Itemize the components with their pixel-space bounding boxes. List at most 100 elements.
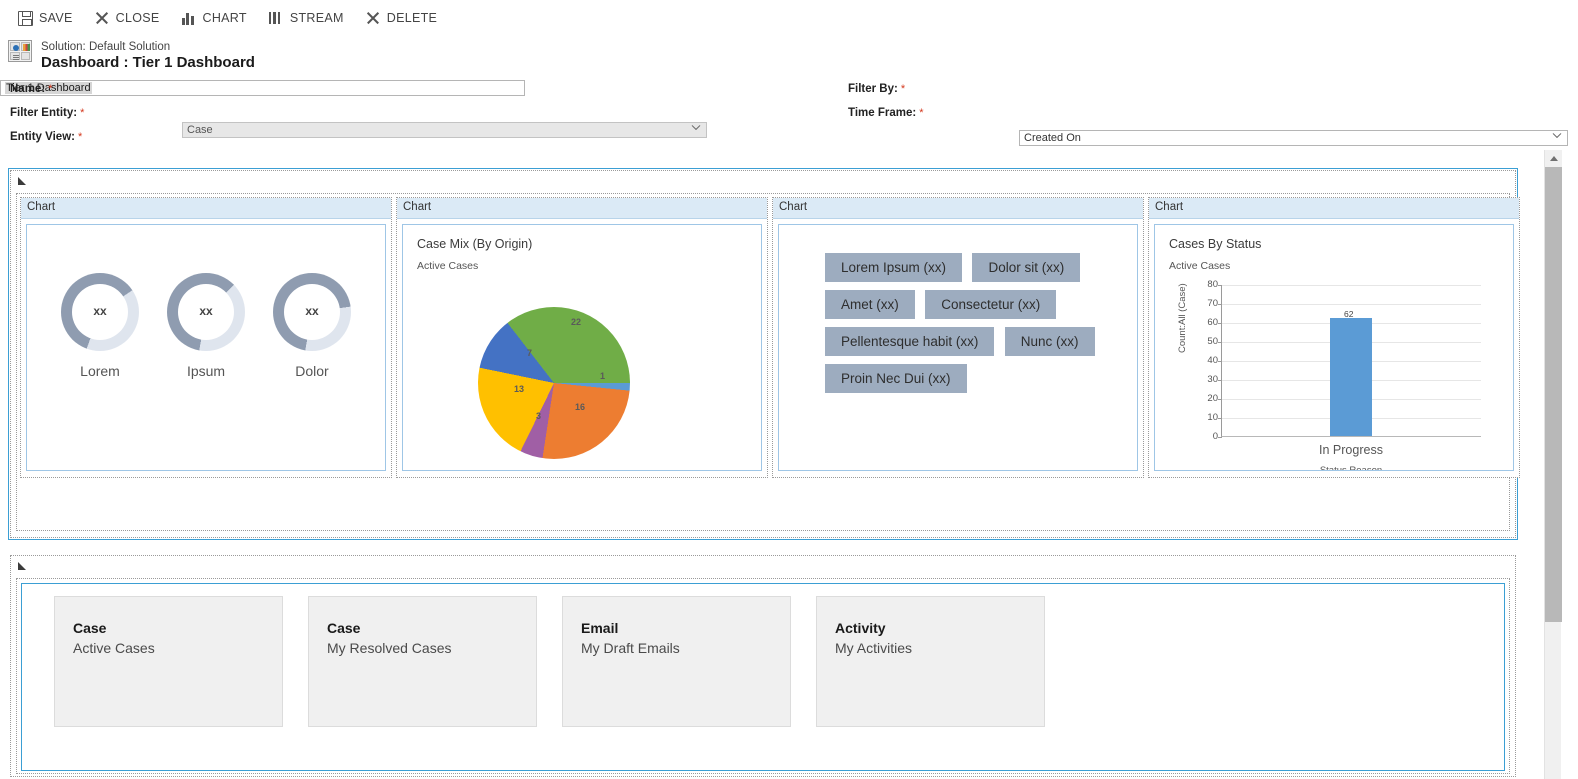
tile-entity: Case (327, 619, 536, 638)
list-section-outline: Case Active Cases Case My Resolved Cases… (21, 583, 1505, 771)
panel-body-4: Cases By Status Active Cases Count:All (… (1154, 224, 1514, 471)
stream-button[interactable]: STREAM (269, 11, 344, 25)
tag-item[interactable]: Dolor sit (xx) (972, 253, 1080, 282)
time-frame-label: Time Frame: (848, 107, 916, 119)
bar-chart-ylabel: Count:All (Case) (1177, 283, 1188, 353)
filter-entity-required-marker: * (80, 107, 84, 119)
page-title: Dashboard : Tier 1 Dashboard (41, 54, 255, 72)
scroll-up-button[interactable] (1545, 150, 1562, 167)
chevron-down-icon (692, 125, 700, 133)
pie-chart[interactable]: 22 1 16 3 13 7 (478, 307, 630, 459)
dashboard-canvas: Chart xx Lorem xx Ipsum (0, 150, 1578, 779)
list-tile[interactable]: Case Active Cases (54, 596, 283, 727)
donut-label: Lorem (61, 363, 139, 379)
tag-item[interactable]: Pellentesque habit (xx) (825, 327, 994, 356)
save-button[interactable]: SAVE (18, 11, 73, 26)
list-section-inner: Case Active Cases Case My Resolved Cases… (16, 578, 1510, 774)
bar-chart-plot: 80 70 60 50 40 30 20 10 0 62 (1221, 285, 1481, 437)
filter-by-value: Created On (1024, 132, 1081, 144)
bar-value-label: 62 (1344, 309, 1353, 319)
donut-value: xx (167, 304, 245, 318)
list-tile[interactable]: Activity My Activities (816, 596, 1045, 727)
tag-item[interactable]: Proin Nec Dui (xx) (825, 364, 967, 393)
case-mix-title: Case Mix (By Origin) (417, 237, 761, 251)
panel-header-1: Chart (21, 198, 391, 219)
chart-panel-donuts[interactable]: Chart xx Lorem xx Ipsum (20, 197, 392, 478)
y-tick: 80 (1207, 279, 1218, 290)
tag-item[interactable]: Lorem Ipsum (xx) (825, 253, 962, 282)
solution-icon (8, 40, 32, 62)
y-tick: 0 (1213, 431, 1218, 442)
y-tick: 30 (1207, 374, 1218, 385)
pie-value-facebook: 3 (536, 411, 541, 421)
chart-panel-tags[interactable]: Chart Lorem Ipsum (xx) Dolor sit (xx) Am… (772, 197, 1144, 478)
field-time-frame: Time Frame: * (848, 107, 923, 119)
tag-list: Lorem Ipsum (xx) Dolor sit (xx) Amet (xx… (825, 253, 1127, 401)
save-button-label: SAVE (39, 11, 73, 25)
tile-view: My Draft Emails (581, 638, 790, 658)
tag-item[interactable]: Nunc (xx) (1005, 327, 1095, 356)
bar-chart[interactable]: Count:All (Case) 80 70 60 50 40 30 20 10… (1155, 225, 1513, 470)
field-filter-entity: Filter Entity: * (10, 107, 84, 119)
panel-header-2: Chart (397, 198, 767, 219)
section-collapse-handle[interactable] (18, 562, 26, 570)
bar-in-progress[interactable] (1330, 318, 1372, 436)
list-section[interactable]: Case Active Cases Case My Resolved Cases… (10, 555, 1516, 777)
scrollbar-thumb[interactable] (1545, 167, 1562, 622)
donut-item[interactable]: xx Lorem (61, 273, 139, 379)
pie-value-email: 16 (575, 402, 585, 412)
vertical-scrollbar[interactable] (1544, 150, 1561, 779)
name-label: Name: (10, 83, 45, 95)
entity-view-required-marker: * (78, 131, 82, 143)
save-icon (18, 11, 33, 26)
close-button[interactable]: CLOSE (95, 11, 160, 26)
chevron-down-icon (1553, 133, 1561, 141)
donut-item[interactable]: xx Ipsum (167, 273, 245, 379)
donut-item[interactable]: xx Dolor (273, 273, 351, 379)
chart-panel-cases-by-status[interactable]: Chart Cases By Status Active Cases Count… (1148, 197, 1520, 478)
chart-panel-case-mix[interactable]: Chart Case Mix (By Origin) Active Cases … (396, 197, 768, 478)
bar-chart-xlabel: Status Reason (1221, 465, 1481, 471)
chart-section[interactable]: Chart xx Lorem xx Ipsum (10, 170, 1516, 538)
bar-chart-category: In Progress (1221, 443, 1481, 457)
y-tick: 40 (1207, 355, 1218, 366)
tag-item[interactable]: Consectetur (xx) (925, 290, 1056, 319)
tile-entity: Case (73, 619, 282, 638)
chart-button[interactable]: CHART (182, 11, 247, 25)
panel-body-1: xx Lorem xx Ipsum xx Dolor (26, 224, 386, 471)
donut-label: Dolor (273, 363, 351, 379)
donut-value: xx (61, 304, 139, 318)
donut-label: Ipsum (167, 363, 245, 379)
pie-value-twitter: 7 (527, 348, 532, 358)
donut-value: xx (273, 304, 351, 318)
filter-by-label: Filter By: (848, 83, 898, 95)
stream-button-label: STREAM (290, 11, 344, 25)
close-button-label: CLOSE (116, 11, 160, 25)
filter-by-select[interactable]: Created On (1019, 130, 1568, 146)
chart-icon (182, 12, 197, 25)
name-input[interactable]: Tier 1 Dashboard (0, 80, 525, 96)
tile-view: My Resolved Cases (327, 638, 536, 658)
tag-item[interactable]: Amet (xx) (825, 290, 915, 319)
donut-group: xx Lorem xx Ipsum xx Dolor (27, 273, 385, 379)
filter-entity-label: Filter Entity: (10, 107, 77, 119)
delete-icon (366, 11, 381, 26)
dashboard-designer-window: SAVE CLOSE CHART STREAM DELETE Solution:… (0, 0, 1578, 779)
panel-header-3: Chart (773, 198, 1143, 219)
panel-body-3: Lorem Ipsum (xx) Dolor sit (xx) Amet (xx… (778, 224, 1138, 471)
command-bar: SAVE CLOSE CHART STREAM DELETE (0, 0, 1578, 36)
list-tile[interactable]: Email My Draft Emails (562, 596, 791, 727)
delete-button[interactable]: DELETE (366, 11, 437, 26)
filter-entity-select[interactable]: Case (182, 122, 707, 138)
page-title-block: Solution: Default Solution Dashboard : T… (8, 40, 255, 72)
pie-value-blank: 1 (600, 371, 605, 381)
list-tile[interactable]: Case My Resolved Cases (308, 596, 537, 727)
section-collapse-handle[interactable] (18, 177, 26, 185)
tile-view: Active Cases (73, 638, 282, 658)
field-filter-by: Filter By: * (848, 83, 905, 95)
time-frame-required-marker: * (919, 107, 923, 119)
close-icon (95, 11, 110, 26)
solution-label: Solution: Default Solution (41, 40, 255, 54)
chart-button-label: CHART (203, 11, 247, 25)
pie-value-phone: 13 (514, 384, 524, 394)
